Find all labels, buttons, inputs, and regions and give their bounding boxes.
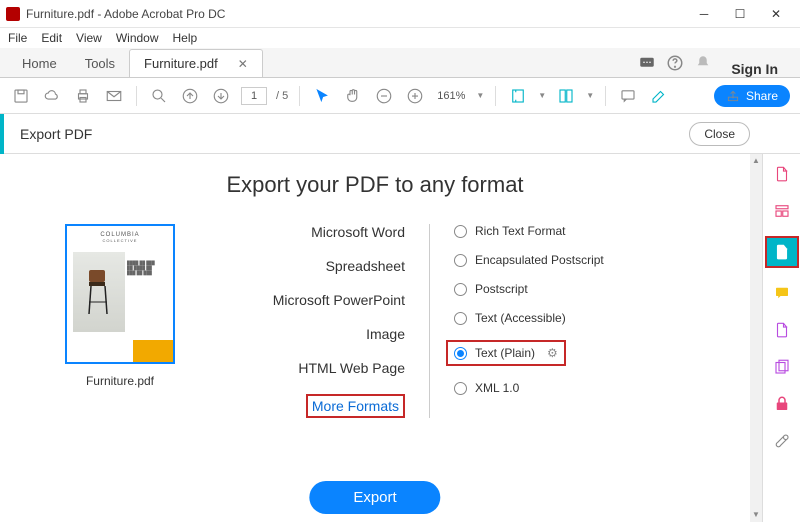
toolbar: 1 / 5 161% ▼ ▼ ▼ Share [0, 78, 800, 114]
menu-edit[interactable]: Edit [41, 31, 62, 45]
menu-bar: File Edit View Window Help [0, 28, 800, 48]
radio-icon [454, 225, 467, 238]
option-label: Postscript [475, 282, 528, 296]
combine-icon[interactable] [770, 355, 794, 379]
scroll-down-icon[interactable]: ▼ [752, 508, 760, 522]
tab-document-label: Furniture.pdf [144, 56, 218, 71]
panel-header: Export PDF Close [0, 114, 800, 154]
chat-icon[interactable] [633, 49, 661, 77]
zoom-out-icon[interactable] [373, 85, 395, 107]
share-label: Share [746, 89, 778, 103]
app-icon [6, 7, 20, 21]
close-tab-icon[interactable]: ✕ [238, 57, 248, 71]
tab-bar: Home Tools Furniture.pdf ✕ Sign In [0, 48, 800, 78]
accent-bar [0, 114, 4, 154]
window-title: Furniture.pdf - Adobe Acrobat Pro DC [26, 7, 686, 21]
scroll-up-icon[interactable]: ▲ [752, 154, 760, 168]
option-label: XML 1.0 [475, 381, 519, 395]
radio-selected-icon [454, 347, 467, 360]
file-thumbnail-column: COLUMBIACOLLECTIVE ████ ██ █████ ████ ██… [20, 224, 220, 418]
menu-window[interactable]: Window [116, 31, 159, 45]
print-icon[interactable] [72, 85, 94, 107]
zoom-chevron-icon[interactable]: ▼ [476, 91, 484, 100]
highlight-icon[interactable] [648, 85, 670, 107]
menu-file[interactable]: File [8, 31, 27, 45]
format-options: Rich Text Format Encapsulated Postscript… [430, 224, 730, 418]
option-text-accessible[interactable]: Text (Accessible) [454, 311, 730, 325]
close-window-button[interactable]: ✕ [758, 2, 794, 26]
help-icon[interactable] [661, 49, 689, 77]
option-label: Text (Accessible) [475, 311, 566, 325]
option-rtf[interactable]: Rich Text Format [454, 224, 730, 238]
tab-home[interactable]: Home [8, 49, 71, 77]
format-powerpoint[interactable]: Microsoft PowerPoint [273, 292, 405, 308]
option-text-plain[interactable]: Text (Plain) ⚙ [446, 340, 566, 366]
minimize-button[interactable]: ─ [686, 2, 722, 26]
option-xml[interactable]: XML 1.0 [454, 381, 730, 395]
comment-tool-icon[interactable] [770, 281, 794, 305]
zoom-in-icon[interactable] [404, 85, 426, 107]
thumb-subtitle: COLLECTIVE [103, 238, 138, 243]
panel-name: Export PDF [20, 126, 92, 142]
scrollbar[interactable]: ▲ ▼ [750, 154, 762, 522]
export-panel: Export your PDF to any format COLUMBIACO… [0, 154, 750, 522]
cloud-icon[interactable] [41, 85, 63, 107]
option-label: Text (Plain) [475, 346, 535, 360]
right-panel [762, 154, 800, 522]
view-chevron-icon[interactable]: ▼ [586, 91, 594, 100]
export-heading: Export your PDF to any format [20, 172, 730, 198]
close-panel-button[interactable]: Close [689, 122, 750, 146]
format-word[interactable]: Microsoft Word [311, 224, 405, 240]
radio-icon [454, 312, 467, 325]
format-more[interactable]: More Formats [306, 394, 405, 418]
sign-in-button[interactable]: Sign In [717, 61, 792, 77]
hand-tool-icon[interactable] [342, 85, 364, 107]
format-html[interactable]: HTML Web Page [298, 360, 405, 376]
total-pages: / 5 [276, 90, 288, 102]
menu-view[interactable]: View [76, 31, 102, 45]
file-thumbnail[interactable]: COLUMBIACOLLECTIVE ████ ██ █████ ████ ██… [65, 224, 175, 364]
prev-page-icon[interactable] [179, 85, 201, 107]
next-page-icon[interactable] [210, 85, 232, 107]
tab-document[interactable]: Furniture.pdf ✕ [129, 49, 263, 77]
fit-chevron-icon[interactable]: ▼ [538, 91, 546, 100]
comment-icon[interactable] [617, 85, 639, 107]
fit-width-icon[interactable] [507, 85, 529, 107]
protect-icon[interactable] [770, 392, 794, 416]
search-icon[interactable] [148, 85, 170, 107]
tab-tools[interactable]: Tools [71, 49, 129, 77]
title-bar: Furniture.pdf - Adobe Acrobat Pro DC ─ ☐… [0, 0, 800, 28]
mail-icon[interactable] [103, 85, 125, 107]
save-icon[interactable] [10, 85, 32, 107]
organize-icon[interactable] [770, 318, 794, 342]
page-number-input[interactable]: 1 [241, 87, 267, 105]
format-spreadsheet[interactable]: Spreadsheet [326, 258, 405, 274]
option-label: Encapsulated Postscript [475, 253, 604, 267]
export-pdf-icon[interactable] [765, 236, 799, 268]
radio-icon [454, 382, 467, 395]
maximize-button[interactable]: ☐ [722, 2, 758, 26]
radio-icon [454, 283, 467, 296]
export-button[interactable]: Export [309, 481, 440, 514]
page-view-icon[interactable] [555, 85, 577, 107]
format-image[interactable]: Image [366, 326, 405, 342]
option-ps[interactable]: Postscript [454, 282, 730, 296]
more-tools-icon[interactable] [770, 429, 794, 453]
create-pdf-icon[interactable] [770, 162, 794, 186]
share-button[interactable]: Share [714, 85, 790, 107]
file-name-label: Furniture.pdf [86, 374, 154, 388]
menu-help[interactable]: Help [173, 31, 198, 45]
select-tool-icon[interactable] [311, 85, 333, 107]
option-eps[interactable]: Encapsulated Postscript [454, 253, 730, 267]
radio-icon [454, 254, 467, 267]
edit-pdf-icon[interactable] [770, 199, 794, 223]
format-list: Microsoft Word Spreadsheet Microsoft Pow… [220, 224, 430, 418]
bell-icon[interactable] [689, 49, 717, 77]
gear-icon[interactable]: ⚙ [547, 346, 558, 360]
option-label: Rich Text Format [475, 224, 565, 238]
zoom-value[interactable]: 161% [437, 90, 465, 102]
